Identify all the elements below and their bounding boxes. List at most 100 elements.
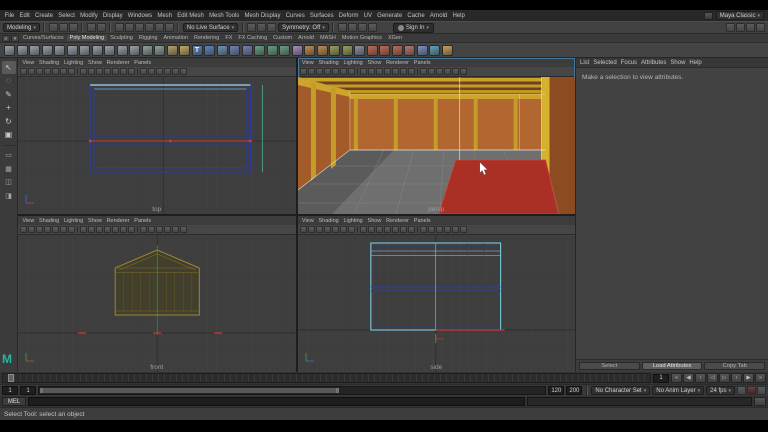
gate-mask-icon[interactable] [384,226,391,233]
channel-box-toggle-icon[interactable] [756,23,765,32]
animation-end-field[interactable]: 200 [566,386,582,395]
menu-display[interactable]: Display [100,13,125,19]
field-chart-icon[interactable] [112,226,119,233]
sculpt-tool-icon[interactable] [442,45,453,56]
vp-menu-panels[interactable]: Panels [411,60,433,66]
ae-button-select[interactable]: Select [579,362,640,370]
select-tool[interactable]: ↖ [2,61,16,74]
menu-create[interactable]: Create [32,13,55,19]
shelf-tab-sculpting[interactable]: Sculpting [107,35,136,41]
safe-title-icon[interactable] [408,68,415,75]
bookmark-icon[interactable] [324,226,331,233]
save-scene-icon[interactable] [69,23,78,32]
image-plane-icon[interactable] [52,68,59,75]
poly-cylinder-icon[interactable] [29,45,40,56]
poly-pipe-icon[interactable] [117,45,128,56]
go-to-start-button[interactable]: « [671,373,682,383]
xray-icon[interactable] [460,68,467,75]
grease-pencil-icon[interactable] [68,68,75,75]
platonic-solid-icon[interactable] [92,45,103,56]
xray-icon[interactable] [180,68,187,75]
vp-menu-view[interactable]: View [300,60,317,66]
shelf-tab-rendering[interactable]: Rendering [191,35,222,41]
play-backwards-button[interactable]: ◁ [707,373,718,383]
target-weld-icon[interactable] [404,45,415,56]
safe-title-icon[interactable] [408,226,415,233]
menu-mesh[interactable]: Mesh [155,13,175,19]
image-plane-icon[interactable] [52,226,59,233]
fps-selector[interactable]: 24 fps▾ [706,386,735,395]
insert-edge-loop-icon[interactable] [379,45,390,56]
safe-action-icon[interactable] [400,226,407,233]
lock-camera-icon[interactable] [308,226,315,233]
camera-attributes-icon[interactable] [36,68,43,75]
soccer-ball-icon[interactable] [154,45,165,56]
poly-cone-icon[interactable] [42,45,53,56]
range-slider-bar[interactable] [40,388,339,393]
svg-tool-icon[interactable] [204,45,215,56]
go-to-end-button[interactable]: » [755,373,766,383]
scale-tool[interactable]: ▣ [2,128,16,141]
ae-menu-focus[interactable]: Focus [621,60,637,66]
select-camera-icon[interactable] [20,226,27,233]
ae-menu-selected[interactable]: Selected [593,60,616,66]
undo-icon[interactable] [87,23,96,32]
render-current-frame-icon[interactable] [348,23,357,32]
frame-all-icon[interactable] [140,226,147,233]
shadows-icon[interactable] [436,226,443,233]
render-settings-icon[interactable] [368,23,377,32]
snap-to-grid-icon[interactable] [115,23,124,32]
safe-action-icon[interactable] [120,226,127,233]
vp-menu-lighting[interactable]: Lighting [62,60,86,66]
poly-sphere-icon[interactable] [4,45,15,56]
ae-button-load-attributes[interactable]: Load Attributes [642,362,703,370]
bookmark-icon[interactable] [324,68,331,75]
lasso-select-tool[interactable]: ◌ [2,74,16,87]
poly-helix-icon[interactable] [129,45,140,56]
shelf-tab-motion-graphics[interactable]: Motion Graphics [339,35,385,41]
symmetry-selector[interactable]: Symmetry: Off▾ [278,23,329,32]
menu-modify[interactable]: Modify [77,13,100,19]
character-set-selector[interactable]: No Character Set▾ [591,386,650,395]
smooth-icon[interactable] [292,45,303,56]
vp-menu-panels[interactable]: Panels [132,60,154,66]
make-live-icon[interactable] [165,23,174,32]
four-pane-layout-button[interactable]: ▦ [2,163,16,176]
vp-menu-show[interactable]: Show [86,60,105,66]
paint-select-tool[interactable]: ✎ [2,88,16,101]
lighting-icon[interactable] [148,68,155,75]
select-camera-icon[interactable] [300,226,307,233]
lock-camera-icon[interactable] [308,68,315,75]
poly-cube-icon[interactable] [17,45,28,56]
safe-action-icon[interactable] [120,68,127,75]
select-camera-icon[interactable] [20,68,27,75]
vp-menu-renderer[interactable]: Renderer [104,218,132,224]
shelf-options-icon[interactable]: ▾ [11,35,19,42]
image-plane-icon[interactable] [332,68,339,75]
vp-menu-renderer[interactable]: Renderer [384,60,412,66]
type-tool-icon[interactable]: T [192,45,203,56]
field-chart-icon[interactable] [392,226,399,233]
workspaces-icon[interactable] [704,12,713,20]
new-scene-icon[interactable] [49,23,58,32]
menu-deform[interactable]: Deform [336,13,361,19]
shelf-menu-icon[interactable]: ≡ [2,35,10,42]
menu-edit[interactable]: Edit [17,13,33,19]
workspace-selector[interactable]: Maya Classic▾ [716,11,764,20]
gate-mask-icon[interactable] [104,68,111,75]
playback-speed-icon[interactable] [737,386,746,395]
vp-menu-shading[interactable]: Shading [316,60,341,66]
film-gate-icon[interactable] [368,226,375,233]
tool-settings-toggle-icon[interactable] [746,23,755,32]
playback-start-field[interactable]: 1 [20,386,36,395]
lock-camera-icon[interactable] [28,226,35,233]
shelf-tab-mash[interactable]: MASH [317,35,339,41]
anim-layer-selector[interactable]: No Anim Layer▾ [652,386,704,395]
append-to-polygon-icon[interactable] [354,45,365,56]
vp-menu-lighting[interactable]: Lighting [341,218,365,224]
combine-icon[interactable] [254,45,265,56]
menu-uv[interactable]: UV [361,13,375,19]
rotate-tool[interactable]: ↻ [2,115,16,128]
bookmark-icon[interactable] [44,68,51,75]
vp-menu-view[interactable]: View [20,60,37,66]
